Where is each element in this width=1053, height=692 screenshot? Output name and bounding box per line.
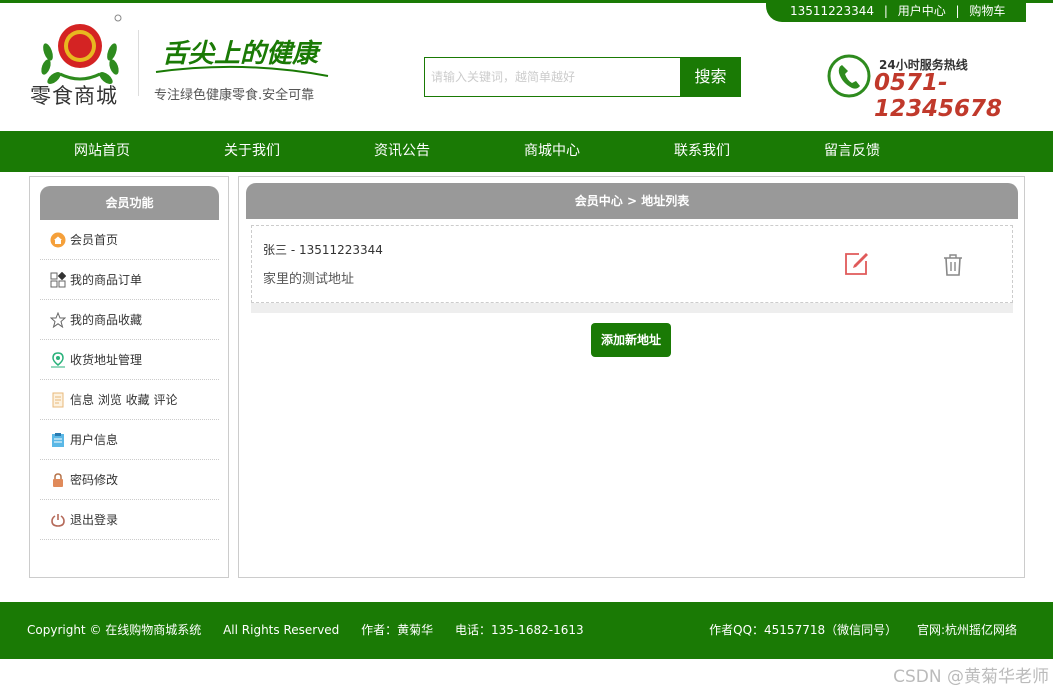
header-divider (138, 30, 139, 96)
trash-icon[interactable] (941, 252, 965, 278)
cart-link[interactable]: 购物车 (969, 4, 1005, 18)
star-icon (50, 311, 66, 328)
footer-qq: 作者QQ：45157718（微信同号） (709, 623, 898, 637)
phone-icon (827, 54, 871, 98)
nav-shop[interactable]: 商城中心 (477, 131, 627, 172)
sidebar-item-label: 收货地址管理 (70, 353, 143, 367)
breadcrumb: 会员中心 > 地址列表 (246, 183, 1018, 219)
add-address-button[interactable]: 添加新地址 (591, 323, 671, 357)
slogan-art-text: 舌尖上的健康 (162, 39, 323, 69)
location-icon (50, 351, 66, 368)
hotline-number: 0571-12345678 (874, 70, 1003, 122)
sidebar-item-label: 退出登录 (70, 513, 119, 527)
sidebar-list: 会员首页 我的商品订单 我的商品收藏 收货地址管理 信息 浏览 收藏 评论 用户… (40, 220, 219, 540)
watermark: CSDN @黄菊华老师 (893, 667, 1049, 687)
sidebar-title: 会员功能 (40, 186, 219, 220)
sidebar-item-label: 我的商品收藏 (70, 313, 143, 327)
slogan-calligraphy: 舌尖上的健康 (152, 32, 332, 80)
sidebar-item-label: 密码修改 (70, 473, 119, 487)
lock-icon (50, 472, 66, 488)
address-list: 张三 - 13511223344 家里的测试地址 (251, 225, 1013, 313)
footer-rights: All Rights Reserved (223, 623, 340, 637)
address-detail: 家里的测试地址 (263, 272, 355, 287)
main-nav: 网站首页 关于我们 资讯公告 商城中心 联系我们 留言反馈 (0, 131, 1053, 172)
search-button[interactable]: 搜索 (680, 57, 741, 97)
power-icon (50, 512, 66, 528)
footer-left: Copyright © 在线购物商城系统 All Rights Reserved… (27, 602, 602, 659)
grid-icon (50, 271, 66, 288)
edit-icon[interactable] (842, 250, 870, 278)
clipboard-icon (50, 432, 66, 448)
nav-news[interactable]: 资讯公告 (327, 131, 477, 172)
slogan-subtitle: 专注绿色健康零食.安全可靠 (154, 88, 315, 103)
user-phone: 13511223344 (790, 4, 874, 18)
search-input[interactable] (425, 58, 680, 96)
footer-copyright: Copyright © 在线购物商城系统 (27, 623, 202, 637)
address-card: 张三 - 13511223344 家里的测试地址 (251, 225, 1013, 303)
sidebar-item-orders[interactable]: 我的商品订单 (40, 260, 219, 300)
sidebar-item-label: 会员首页 (70, 233, 119, 247)
page: 13511223344 | 用户中心 | 购物车 零食商城 舌尖上的健康 专注绿… (0, 0, 1053, 692)
slogan-swoosh-icon: 舌尖上的健康 (155, 39, 329, 77)
logo-text: 零食商城 (30, 84, 118, 108)
footer: Copyright © 在线购物商城系统 All Rights Reserved… (0, 602, 1053, 659)
separator: | (955, 4, 960, 18)
sidebar-item-password[interactable]: 密码修改 (40, 460, 219, 500)
footer-right: 作者QQ：45157718（微信同号） 官网:杭州摇亿网络 (693, 602, 1017, 659)
search-box (424, 57, 681, 97)
document-icon (50, 392, 66, 408)
nav-contact[interactable]: 联系我们 (627, 131, 777, 172)
member-sidebar: 会员功能 会员首页 我的商品订单 我的商品收藏 收货地址管理 信息 浏览 收藏 … (29, 176, 229, 578)
nav-feedback[interactable]: 留言反馈 (777, 131, 927, 172)
sidebar-item-logout[interactable]: 退出登录 (40, 500, 219, 540)
sidebar-item-user-info[interactable]: 用户信息 (40, 420, 219, 460)
user-center-link[interactable]: 用户中心 (898, 4, 946, 18)
footer-phone: 电话：135-1682-1613 (454, 623, 584, 637)
sidebar-item-label: 信息 浏览 收藏 评论 (70, 393, 178, 407)
home-circle-icon (50, 232, 66, 248)
separator: | (883, 4, 888, 18)
sidebar-item-address[interactable]: 收货地址管理 (40, 340, 219, 380)
sidebar-item-favorites[interactable]: 我的商品收藏 (40, 300, 219, 340)
address-name-phone: 张三 - 13511223344 (263, 243, 383, 257)
nav-home[interactable]: 网站首页 (27, 131, 177, 172)
footer-author: 作者：黄菊华 (361, 623, 434, 637)
sidebar-item-info[interactable]: 信息 浏览 收藏 评论 (40, 380, 219, 420)
main-panel: 会员中心 > 地址列表 张三 - 13511223344 家里的测试地址 添加新… (238, 176, 1025, 578)
user-bar: 13511223344 | 用户中心 | 购物车 (766, 0, 1026, 22)
sidebar-item-member-home[interactable]: 会员首页 (40, 220, 219, 260)
nav-about[interactable]: 关于我们 (177, 131, 327, 172)
sidebar-item-label: 我的商品订单 (70, 273, 143, 287)
sidebar-item-label: 用户信息 (70, 433, 119, 447)
footer-site[interactable]: 官网:杭州摇亿网络 (917, 623, 1017, 637)
